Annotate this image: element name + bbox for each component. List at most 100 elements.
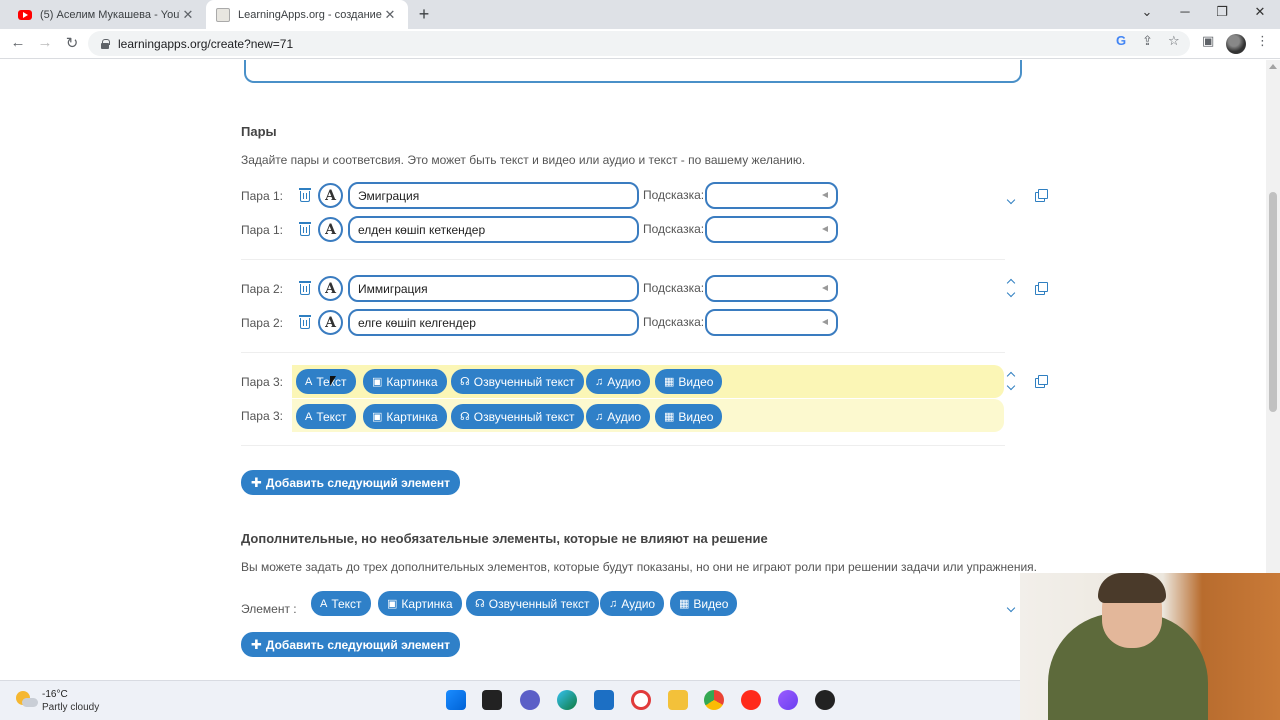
hint-label: Подсказка: [643, 222, 705, 236]
edge-icon[interactable] [557, 690, 577, 710]
browser-toolbar: ← → ↻ learningapps.org/create?new=71 G ⇪… [0, 29, 1280, 59]
text-type-button[interactable]: A [318, 183, 343, 208]
yandex-icon[interactable] [741, 690, 761, 710]
google-icon[interactable]: G [1116, 33, 1126, 48]
tab-search-icon[interactable]: ⌄ [1132, 4, 1162, 20]
profile-avatar[interactable] [1226, 34, 1246, 54]
headphones-icon: ☊ [460, 411, 470, 423]
text-type-button[interactable]: A [318, 310, 343, 335]
text-type-button[interactable]: A [318, 217, 343, 242]
audio-button[interactable]: ♫ Аудио [586, 404, 651, 429]
trash-icon[interactable] [299, 315, 311, 329]
forward-icon[interactable]: → [35, 34, 55, 51]
hint-input[interactable] [705, 182, 838, 209]
voiced-text-button[interactable]: ☊ Озвученный текст [451, 404, 584, 429]
text-type-button[interactable]: A [318, 276, 343, 301]
bookmark-star-icon[interactable]: ☆ [1168, 33, 1180, 49]
hint-input[interactable] [705, 309, 838, 336]
pair-label: Пара 2: [241, 316, 283, 330]
pair-text-input[interactable] [348, 216, 639, 243]
film-icon: ▦ [664, 376, 675, 388]
voiced-text-button[interactable]: ☊ Озвученный текст [466, 591, 599, 616]
text-icon: A [305, 410, 313, 423]
image-button[interactable]: ▣ Картинка [363, 369, 447, 394]
pair-row: Пара 2: A Подсказка: [241, 309, 1021, 337]
plus-icon: ✚ [251, 474, 262, 490]
video-button[interactable]: ▦ Видео [670, 591, 738, 616]
add-extra-element-button[interactable]: ✚ Добавить следующий элемент [241, 632, 461, 657]
windows-start-icon[interactable] [446, 690, 466, 710]
task-view-icon[interactable] [482, 690, 502, 710]
film-icon: ▦ [664, 411, 675, 423]
menu-icon[interactable]: ⋮ [1256, 33, 1269, 49]
hint-input[interactable] [705, 275, 838, 302]
chat-icon[interactable] [520, 690, 540, 710]
tab-title: LearningApps.org - создание му [238, 8, 382, 21]
scrollbar-thumb[interactable] [1269, 192, 1277, 412]
store-icon[interactable] [594, 690, 614, 710]
tab-learningapps[interactable]: LearningApps.org - создание му ✕ [206, 0, 408, 29]
audio-button[interactable]: ♫ Аудио [600, 591, 665, 616]
extra-description: Вы можете задать до трех дополнительных … [241, 560, 1037, 574]
voiced-text-button[interactable]: ☊ Озвученный текст [451, 369, 584, 394]
alice-icon[interactable] [778, 690, 798, 710]
text-button[interactable]: A Текст [296, 369, 356, 394]
text-button[interactable]: A Текст [311, 591, 371, 616]
pair-label: Пара 3: [241, 375, 283, 389]
music-icon: ♫ [595, 410, 604, 423]
app-icon[interactable] [815, 690, 835, 710]
text-icon: A [320, 597, 328, 610]
trash-icon[interactable] [299, 188, 311, 202]
new-tab-button[interactable]: + [414, 4, 434, 25]
text-button[interactable]: A Текст [296, 404, 356, 429]
file-explorer-icon[interactable] [668, 690, 688, 710]
chrome-icon[interactable] [704, 690, 724, 710]
back-icon[interactable]: ← [8, 34, 28, 51]
pair-label: Пара 1: [241, 189, 283, 203]
youtube-icon [18, 9, 32, 20]
previous-input-box[interactable] [244, 60, 1022, 83]
pair-text-input[interactable] [348, 182, 639, 209]
address-bar[interactable]: learningapps.org/create?new=71 [88, 31, 1190, 56]
maximize-icon[interactable]: ❐ [1207, 4, 1237, 20]
headphones-icon: ☊ [460, 376, 470, 388]
video-button[interactable]: ▦ Видео [655, 404, 723, 429]
image-button[interactable]: ▣ Картинка [363, 404, 447, 429]
pair-row: Пара 2: A Подсказка: [241, 275, 1021, 303]
video-button[interactable]: ▦ Видео [655, 369, 723, 394]
copy-icon[interactable] [1035, 375, 1048, 388]
text-icon: A [305, 375, 313, 388]
weather-temperature: -16°C [42, 689, 68, 700]
scroll-up-icon[interactable] [1269, 64, 1277, 69]
close-tab-icon[interactable]: ✕ [180, 7, 196, 23]
copy-icon[interactable] [1035, 189, 1048, 202]
minimize-icon[interactable]: ─ [1170, 4, 1200, 19]
audio-button[interactable]: ♫ Аудио [586, 369, 651, 394]
divider [241, 445, 1005, 446]
extra-title: Дополнительные, но необязательные элемен… [241, 531, 768, 546]
app-icon[interactable] [631, 690, 651, 710]
pair-text-input[interactable] [348, 275, 639, 302]
trash-icon[interactable] [299, 222, 311, 236]
pair-label: Пара 3: [241, 409, 283, 423]
hint-label: Подсказка: [643, 315, 705, 329]
share-icon[interactable]: ⇪ [1142, 33, 1153, 49]
weather-icon[interactable] [16, 689, 38, 711]
reload-icon[interactable]: ↻ [62, 34, 82, 52]
hint-input[interactable] [705, 216, 838, 243]
copy-icon[interactable] [1035, 282, 1048, 295]
close-window-icon[interactable]: ✕ [1245, 4, 1275, 20]
add-element-button[interactable]: ✚ Добавить следующий элемент [241, 470, 461, 495]
tab-title: (5) Аселим Мукашева - YouTube [40, 8, 180, 21]
hint-label: Подсказка: [643, 281, 705, 295]
side-panel-icon[interactable]: ▣ [1202, 33, 1214, 49]
trash-icon[interactable] [299, 281, 311, 295]
pairs-title: Пары [241, 124, 277, 139]
tab-youtube[interactable]: (5) Аселим Мукашева - YouTube ✕ [8, 0, 206, 29]
close-tab-icon[interactable]: ✕ [382, 7, 398, 23]
music-icon: ♫ [595, 375, 604, 388]
image-button[interactable]: ▣ Картинка [378, 591, 462, 616]
music-icon: ♫ [609, 597, 618, 610]
film-icon: ▦ [679, 598, 690, 610]
pair-text-input[interactable] [348, 309, 639, 336]
